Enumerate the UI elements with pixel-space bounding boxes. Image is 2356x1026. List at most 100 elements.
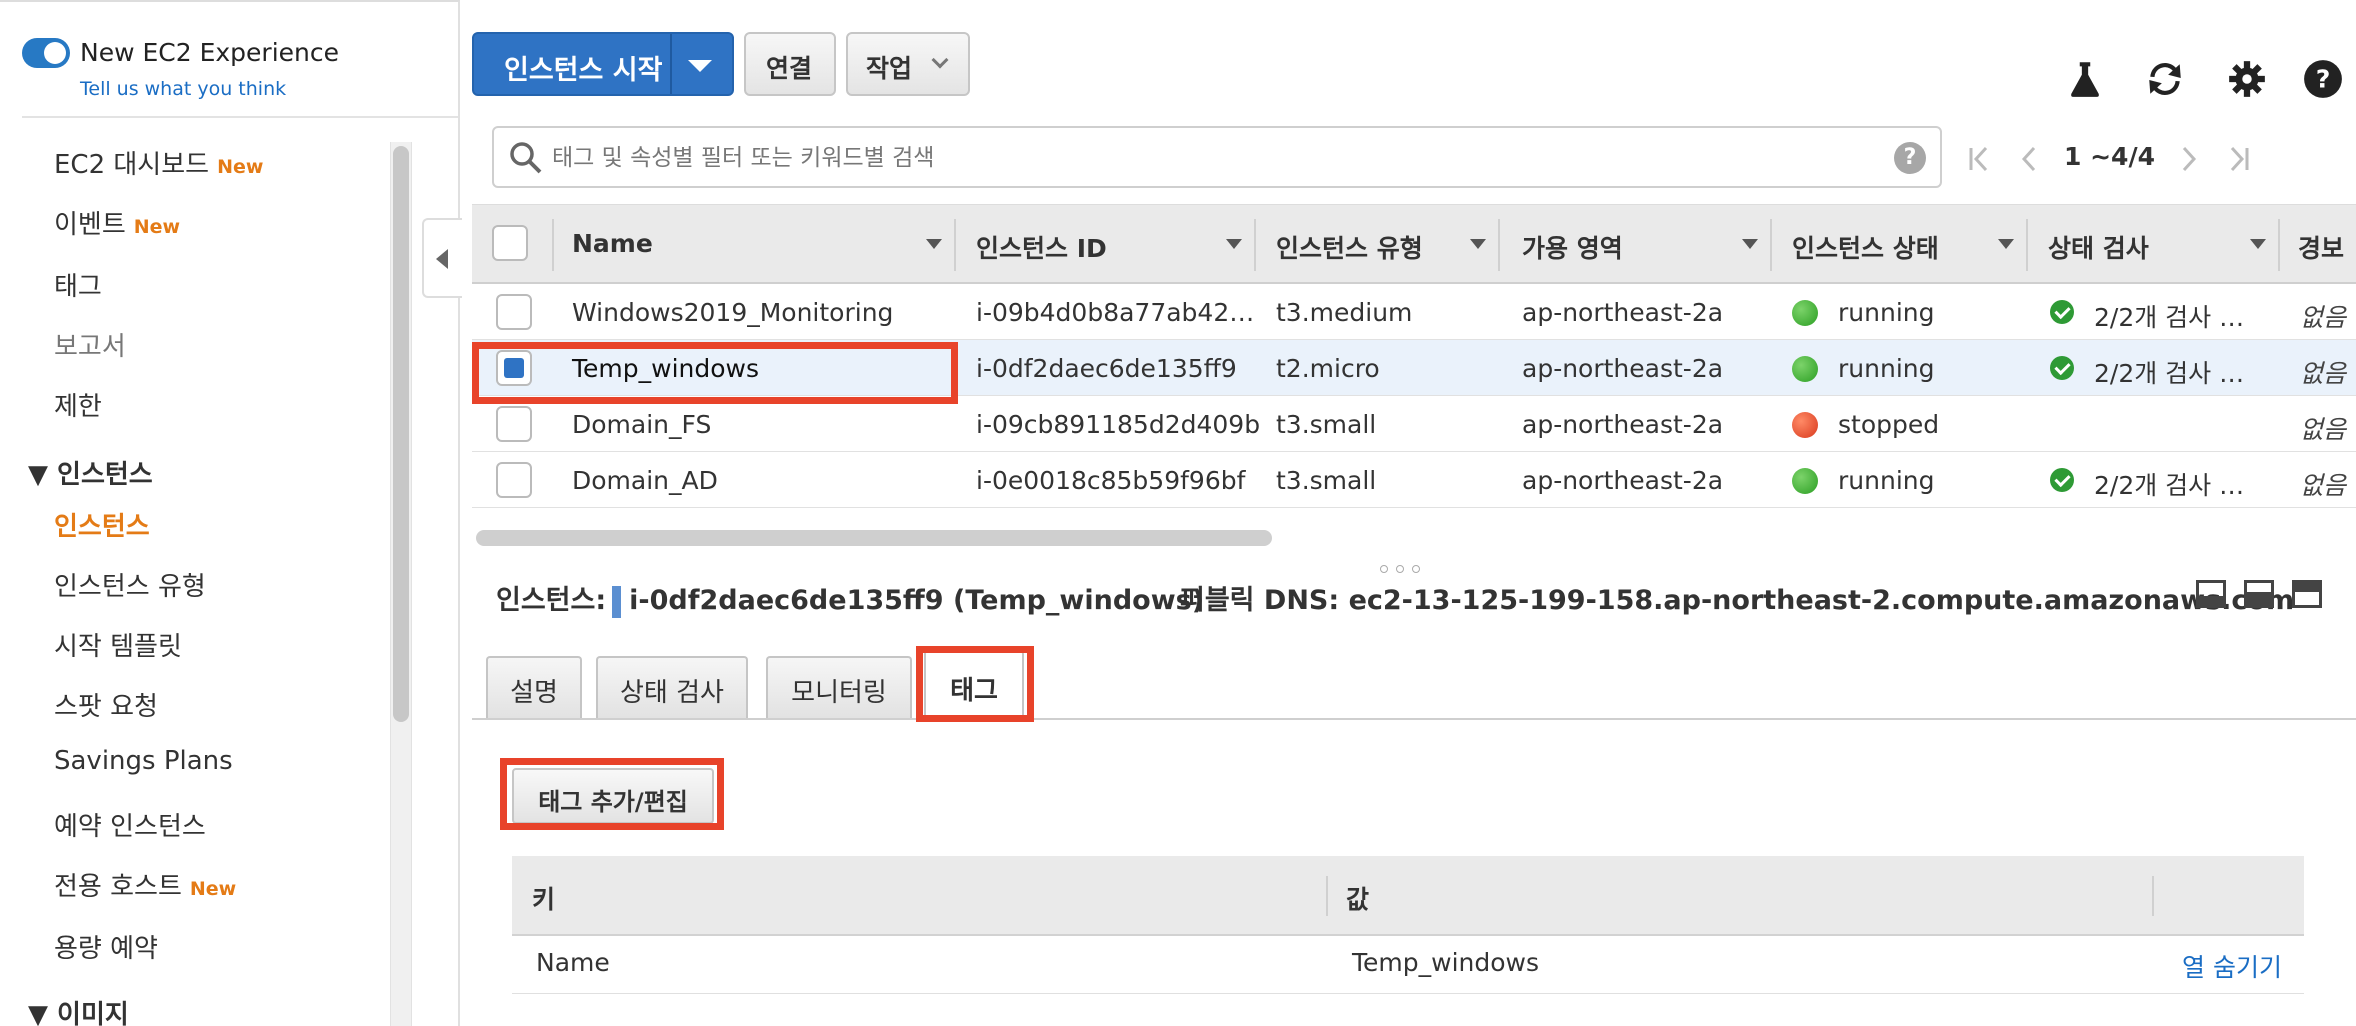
tab-description[interactable]: 설명 (486, 656, 582, 718)
instance-state: running (1838, 298, 1935, 327)
column-status-checks[interactable]: 상태 검사 (2048, 229, 2149, 265)
new-badge: New (217, 156, 264, 178)
public-dns-header: 퍼블릭 DNS: ec2-13-125-199-158.ap-northeast… (1180, 585, 2295, 616)
status-check[interactable]: 2/2개 검사 … (2094, 298, 2244, 334)
row-checkbox[interactable] (496, 294, 532, 330)
instance-state: running (1838, 466, 1935, 495)
running-status-icon (1792, 356, 1818, 382)
column-alarm[interactable]: 경보 (2298, 229, 2344, 265)
search-input[interactable] (552, 138, 1852, 178)
launch-instance-button[interactable]: 인스턴스 시작 (472, 32, 734, 96)
tag-value: Temp_windows (1352, 948, 1539, 977)
sort-icon[interactable] (2250, 239, 2266, 249)
hide-column-link[interactable]: 열 숨기기 (2182, 948, 2282, 984)
search-help-icon[interactable]: ? (1894, 142, 1926, 174)
sidebar-scrollbar-thumb[interactable] (393, 146, 409, 722)
running-status-icon (1792, 300, 1818, 326)
tags-column-value: 값 (1346, 885, 1370, 914)
column-instance-state[interactable]: 인스턴스 상태 (1792, 229, 1939, 265)
first-page-icon[interactable] (1966, 144, 1996, 174)
row-checkbox[interactable] (496, 462, 532, 498)
sidebar-item-instances[interactable]: 인스턴스 (54, 506, 150, 543)
sidebar-item-tags[interactable]: 태그 (54, 266, 102, 303)
sidebar-item-dedicated-hosts[interactable]: 전용 호스트 New (54, 866, 236, 903)
panel-half-icon[interactable] (2244, 580, 2274, 608)
chevron-down-icon[interactable] (688, 60, 712, 72)
sidebar-item-reports[interactable]: 보고서 (54, 326, 126, 363)
sort-icon[interactable] (926, 239, 942, 249)
table-header: Name 인스턴스 ID 인스턴스 유형 가용 영역 인스턴스 상태 상태 검사… (472, 204, 2356, 284)
tab-monitoring[interactable]: 모니터링 (766, 656, 912, 718)
connect-button[interactable]: 연결 (744, 32, 836, 96)
instance-name: Windows2019_Monitoring (572, 298, 894, 327)
gear-icon[interactable] (2226, 58, 2268, 100)
status-check[interactable]: 2/2개 검사 … (2094, 354, 2244, 390)
sidebar-item-reserved-instances[interactable]: 예약 인스턴스 (54, 806, 206, 843)
highlight-selected-row (472, 342, 958, 404)
sort-icon[interactable] (1226, 239, 1242, 249)
select-all-checkbox[interactable] (492, 225, 528, 261)
highlight-tags-tab (916, 646, 1034, 722)
instance-color-marker (612, 585, 622, 618)
column-instance-type[interactable]: 인스턴스 유형 (1276, 229, 1423, 265)
tag-row: Name Temp_windows 열 숨기기 (512, 936, 2304, 994)
column-availability-zone[interactable]: 가용 영역 (1522, 229, 1623, 265)
sidebar-item-spot-requests[interactable]: 스팟 요청 (54, 686, 158, 723)
new-experience-title: New EC2 Experience (80, 38, 339, 67)
table-horizontal-scrollbar[interactable] (476, 530, 1272, 546)
new-experience-toggle[interactable] (22, 38, 70, 72)
column-name[interactable]: Name (572, 229, 653, 258)
last-page-icon[interactable] (2222, 144, 2252, 174)
next-page-icon[interactable] (2174, 144, 2204, 174)
tags-column-key: 키 (532, 885, 556, 914)
sidebar-section-instances[interactable]: ▼ 인스턴스 (28, 454, 153, 491)
instance-id: i-09b4d0b8a77ab42… (976, 298, 1255, 327)
page-range: 1 ~4/4 (2064, 142, 2155, 171)
new-badge: New (133, 216, 181, 238)
table-row[interactable]: Domain_AD i-0e0018c85b59f96bf t3.small a… (472, 452, 2356, 508)
chevron-down-icon (931, 51, 949, 69)
alarm-status: 없음 (2300, 359, 2347, 388)
check-passed-icon (2050, 356, 2074, 380)
sidebar-item-limits[interactable]: 제한 (54, 386, 102, 423)
check-passed-icon (2050, 300, 2074, 324)
column-instance-id[interactable]: 인스턴스 ID (976, 229, 1107, 265)
sort-icon[interactable] (1742, 239, 1758, 249)
sidebar-item-capacity-reservations[interactable]: 용량 예약 (54, 928, 158, 965)
sidebar-divider (22, 116, 458, 118)
table-row[interactable]: Domain_FS i-09cb891185d2d409b t3.small a… (472, 396, 2356, 452)
sidebar-item-launch-templates[interactable]: 시작 템플릿 (54, 626, 182, 663)
new-badge: New (189, 878, 237, 900)
previous-page-icon[interactable] (2014, 144, 2044, 174)
flask-icon[interactable] (2064, 58, 2106, 100)
sidebar-item-events[interactable]: 이벤트 New (54, 204, 180, 241)
refresh-icon[interactable] (2144, 58, 2186, 100)
help-icon[interactable]: ? (2302, 58, 2344, 100)
feedback-link[interactable]: Tell us what you think (80, 78, 286, 100)
availability-zone: ap-northeast-2a (1522, 298, 1724, 327)
alarm-status: 없음 (2300, 471, 2347, 500)
search-bar: ? (492, 126, 1942, 188)
instance-name: Domain_AD (572, 466, 718, 495)
sidebar-item-instance-types[interactable]: 인스턴스 유형 (54, 566, 206, 603)
search-icon (510, 142, 542, 174)
panel-bottom-icon[interactable] (2196, 580, 2226, 608)
instance-id: i-0e0018c85b59f96bf (976, 466, 1246, 495)
availability-zone: ap-northeast-2a (1522, 466, 1724, 495)
collapse-sidebar-button[interactable] (422, 218, 462, 298)
tab-status-checks[interactable]: 상태 검사 (596, 656, 748, 718)
alarm-status: 없음 (2300, 415, 2347, 444)
pane-resize-handle[interactable] (1380, 558, 1436, 573)
sort-icon[interactable] (1998, 239, 2014, 249)
row-checkbox[interactable] (496, 406, 532, 442)
sidebar-section-images[interactable]: ▼ 이미지 (28, 994, 129, 1026)
alarm-status: 없음 (2300, 303, 2347, 332)
table-row[interactable]: Windows2019_Monitoring i-09b4d0b8a77ab42… (472, 284, 2356, 340)
status-check[interactable]: 2/2개 검사 … (2094, 466, 2244, 502)
tags-table-header: 키 값 (512, 856, 2304, 936)
sidebar-item-ec2-dashboard[interactable]: EC2 대시보드 New (54, 144, 263, 181)
panel-full-icon[interactable] (2292, 580, 2322, 608)
sort-icon[interactable] (1470, 239, 1486, 249)
actions-button[interactable]: 작업 (846, 32, 970, 96)
sidebar-item-savings-plans[interactable]: Savings Plans (54, 746, 233, 776)
